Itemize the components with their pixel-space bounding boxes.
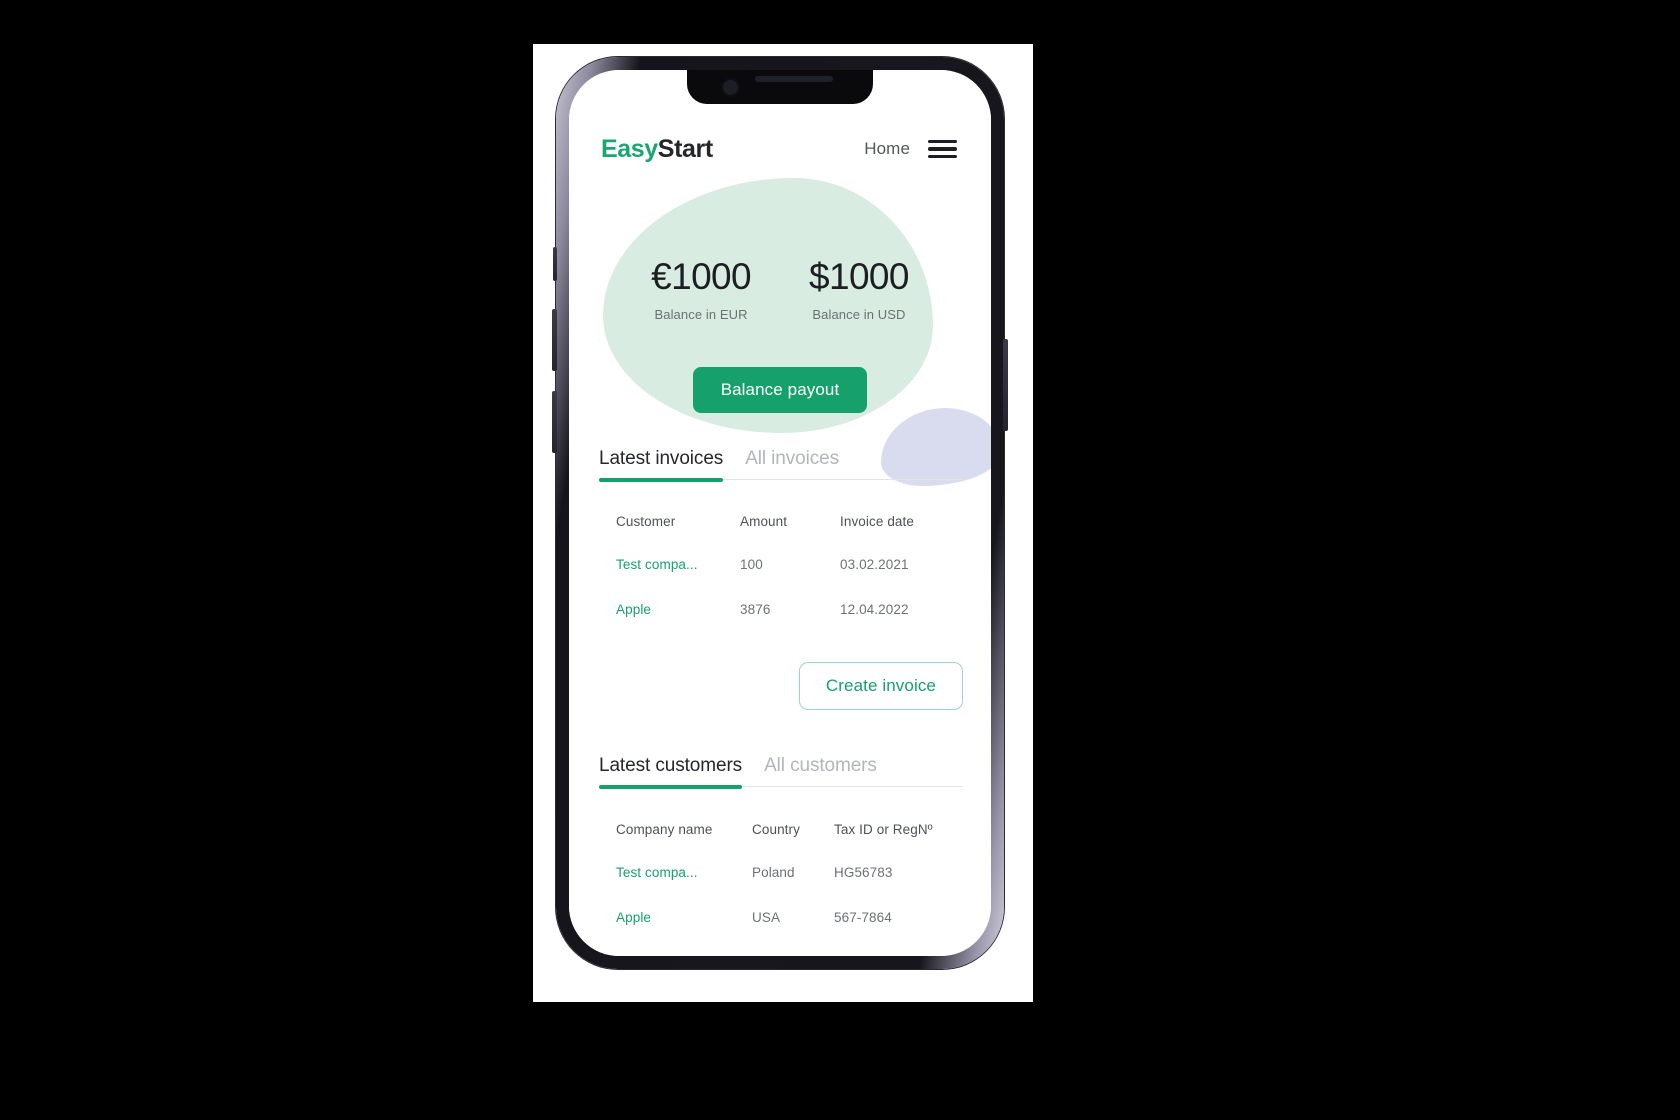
col-header-country: Country bbox=[752, 821, 800, 837]
col-header-tax-id: Tax ID or RegNº bbox=[834, 821, 933, 837]
balance-label-eur: Balance in EUR bbox=[654, 306, 748, 322]
create-invoice-button[interactable]: Create invoice bbox=[798, 662, 963, 710]
col-header-invoice-date: Invoice date bbox=[840, 513, 914, 529]
customer-country: USA bbox=[752, 910, 781, 925]
customers-tab-bar: Latest customers All customers bbox=[599, 755, 963, 789]
tab-latest-customers[interactable]: Latest customers bbox=[599, 755, 742, 789]
tab-all-invoices[interactable]: All invoices bbox=[745, 448, 839, 479]
phone-notch bbox=[687, 70, 873, 104]
tab-all-customers[interactable]: All customers bbox=[764, 755, 877, 786]
app-viewport: EasyStart Home €1000 Balance in EUR $100… bbox=[569, 70, 991, 956]
customer-tax-id: HG56783 bbox=[834, 865, 893, 880]
table-row[interactable]: Apple USA 567-7864 bbox=[616, 895, 961, 940]
phone-volume-up-button[interactable] bbox=[552, 309, 557, 371]
customer-company-link[interactable]: Apple bbox=[616, 910, 752, 925]
tab-latest-invoices[interactable]: Latest invoices bbox=[599, 448, 724, 482]
table-row[interactable]: Test compa... 100 03.02.2021 bbox=[616, 542, 961, 587]
nav-link-home[interactable]: Home bbox=[864, 139, 910, 159]
invoice-amount: 3876 bbox=[740, 602, 771, 617]
phone-power-button[interactable] bbox=[1003, 339, 1008, 431]
logo-text-start: Start bbox=[657, 134, 713, 163]
customer-tax-id: 567-7864 bbox=[834, 910, 892, 925]
hamburger-bar-2 bbox=[928, 147, 957, 151]
invoice-customer-link[interactable]: Test compa... bbox=[616, 557, 740, 572]
screenshot-stage: EasyStart Home €1000 Balance in EUR $100… bbox=[0, 0, 1680, 1120]
customers-table: Company name Country Tax ID or RegNº Tes… bbox=[616, 808, 961, 940]
balance-amount-usd: $1000 bbox=[809, 256, 909, 297]
col-header-company-name: Company name bbox=[616, 821, 713, 837]
table-row[interactable]: Apple 3876 12.04.2022 bbox=[616, 587, 961, 632]
app-logo[interactable]: EasyStart bbox=[601, 135, 713, 164]
invoice-date: 12.04.2022 bbox=[840, 602, 909, 617]
balance-card-usd: $1000 Balance in USD bbox=[809, 256, 909, 322]
invoice-customer-link[interactable]: Apple bbox=[616, 602, 740, 617]
customers-table-header: Company name Country Tax ID or RegNº bbox=[616, 808, 961, 850]
balance-payout-button[interactable]: Balance payout bbox=[692, 367, 868, 413]
phone-volume-down-button[interactable] bbox=[552, 391, 557, 453]
invoice-amount: 100 bbox=[740, 557, 763, 572]
earpiece-speaker bbox=[755, 76, 833, 82]
invoice-date: 03.02.2021 bbox=[840, 557, 909, 572]
customer-company-link[interactable]: Test compa... bbox=[616, 865, 752, 880]
balance-summary: €1000 Balance in EUR $1000 Balance in US… bbox=[569, 256, 991, 322]
phone-frame: EasyStart Home €1000 Balance in EUR $100… bbox=[552, 57, 1008, 969]
app-header: EasyStart Home bbox=[569, 126, 991, 172]
invoices-tab-bar: Latest invoices All invoices bbox=[599, 448, 963, 482]
phone-screen: EasyStart Home €1000 Balance in EUR $100… bbox=[569, 70, 991, 956]
header-actions: Home bbox=[864, 139, 957, 159]
balance-label-usd: Balance in USD bbox=[812, 306, 906, 322]
balance-amount-eur: €1000 bbox=[651, 256, 751, 297]
logo-text-easy: Easy bbox=[601, 134, 658, 163]
hamburger-menu-icon[interactable] bbox=[928, 139, 957, 159]
hamburger-bar-1 bbox=[928, 139, 957, 143]
payout-action-row: Balance payout bbox=[569, 367, 991, 413]
table-row[interactable]: Test compa... Poland HG56783 bbox=[616, 850, 961, 895]
col-header-customer: Customer bbox=[616, 513, 676, 529]
customer-country: Poland bbox=[752, 865, 795, 880]
invoices-table: Customer Amount Invoice date Test compa.… bbox=[616, 500, 961, 632]
front-camera-icon bbox=[721, 78, 740, 97]
balance-card-eur: €1000 Balance in EUR bbox=[651, 256, 751, 322]
phone-mute-switch[interactable] bbox=[553, 247, 557, 281]
invoices-table-header: Customer Amount Invoice date bbox=[616, 500, 961, 542]
hamburger-bar-3 bbox=[928, 155, 957, 159]
create-invoice-row: Create invoice bbox=[569, 662, 963, 710]
col-header-amount: Amount bbox=[740, 513, 788, 529]
